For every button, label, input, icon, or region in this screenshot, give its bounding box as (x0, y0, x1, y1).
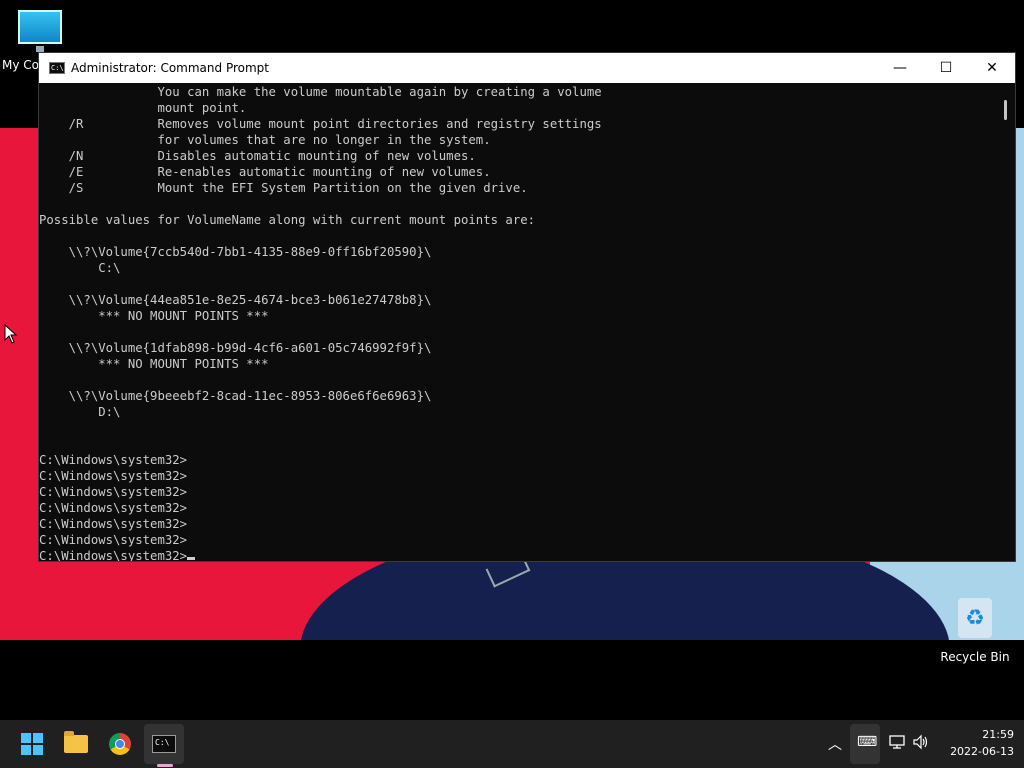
terminal-prompt: C:\Windows\system32> (39, 549, 188, 562)
terminal-text: You can make the volume mountable again … (39, 84, 999, 548)
monitor-icon (18, 10, 62, 52)
command-prompt-icon: C:\ (152, 735, 176, 753)
vertical-scrollbar[interactable] (998, 84, 1015, 561)
terminal-line: C:\Windows\system32> (39, 469, 188, 483)
scrollbar-thumb[interactable] (1004, 100, 1007, 120)
desktop-icon-my-computer[interactable]: My Co (0, 10, 80, 72)
terminal-line: \\?\Volume{7ccb540d-7bb1-4135-88e9-0ff16… (39, 245, 432, 259)
terminal-line: Possible values for VolumeName along wit… (39, 213, 536, 227)
maximize-button[interactable]: ☐ (923, 53, 969, 83)
chrome-icon (109, 733, 131, 755)
active-app-indicator (157, 764, 173, 767)
terminal-line: You can make the volume mountable again … (39, 85, 602, 99)
desktop-icon-label: My Co (2, 58, 39, 72)
terminal-input-line[interactable]: C:\Windows\system32> (39, 548, 999, 562)
recycle-bin-icon: ♻ (958, 598, 992, 638)
file-explorer-button[interactable] (56, 724, 96, 764)
start-button[interactable] (12, 724, 52, 764)
desktop-icon-recycle-bin[interactable]: ♻ Recycle Bin (930, 598, 1020, 664)
terminal-line: /R Removes volume mount point directorie… (39, 117, 602, 131)
terminal-line: \\?\Volume{1dfab898-b99d-4cf6-a601-05c74… (39, 341, 432, 355)
folder-icon (64, 731, 88, 753)
volume-icon[interactable] (912, 734, 930, 754)
windows-logo-icon (21, 733, 43, 755)
terminal-line: for volumes that are no longer in the sy… (39, 133, 491, 147)
mouse-cursor-icon (4, 324, 18, 344)
terminal-line: C:\Windows\system32> (39, 501, 188, 515)
show-hidden-icons-chevron-icon[interactable]: ︿ (828, 734, 842, 754)
terminal-line: /N Disables automatic mounting of new vo… (39, 149, 476, 163)
terminal-line: mount point. (39, 101, 247, 115)
terminal-line: C:\Windows\system32> (39, 517, 188, 531)
terminal-output[interactable]: You can make the volume mountable again … (39, 84, 999, 562)
taskbar: C:\ ︿ ⌨ 21:59 2022-06-13 (0, 720, 1024, 768)
terminal-line: C:\ (39, 261, 121, 275)
keyboard-icon[interactable]: ⌨ (857, 734, 877, 750)
wallpaper-bottom (0, 640, 1024, 720)
close-button[interactable]: ✕ (969, 53, 1015, 83)
text-cursor (187, 557, 196, 560)
command-prompt-window[interactable]: C:\ Administrator: Command Prompt — ☐ ✕ … (38, 52, 1016, 562)
terminal-line: D:\ (39, 405, 121, 419)
terminal-line: \\?\Volume{9beeebf2-8cad-11ec-8953-806e6… (39, 389, 432, 403)
window-titlebar[interactable]: C:\ Administrator: Command Prompt — ☐ ✕ (39, 53, 1015, 83)
terminal-line: C:\Windows\system32> (39, 533, 188, 547)
command-prompt-icon: C:\ (49, 62, 65, 74)
terminal-line: C:\Windows\system32> (39, 485, 188, 499)
minimize-button[interactable]: — (877, 53, 923, 83)
command-prompt-taskbar-button[interactable]: C:\ (144, 724, 184, 764)
clock-time: 21:59 (982, 728, 1014, 741)
terminal-line: *** NO MOUNT POINTS *** (39, 309, 269, 323)
terminal-line: /S Mount the EFI System Partition on the… (39, 181, 528, 195)
system-clock[interactable]: 21:59 2022-06-13 (950, 726, 1014, 760)
network-icon[interactable] (888, 734, 906, 754)
terminal-line: *** NO MOUNT POINTS *** (39, 357, 269, 371)
window-title: Administrator: Command Prompt (71, 61, 269, 75)
terminal-line: /E Re-enables automatic mounting of new … (39, 165, 491, 179)
terminal-line: \\?\Volume{44ea851e-8e25-4674-bce3-b061e… (39, 293, 432, 307)
terminal-line: C:\Windows\system32> (39, 453, 188, 467)
clock-date: 2022-06-13 (950, 745, 1014, 758)
chrome-button[interactable] (100, 724, 140, 764)
desktop-icon-label: Recycle Bin (940, 650, 1010, 664)
